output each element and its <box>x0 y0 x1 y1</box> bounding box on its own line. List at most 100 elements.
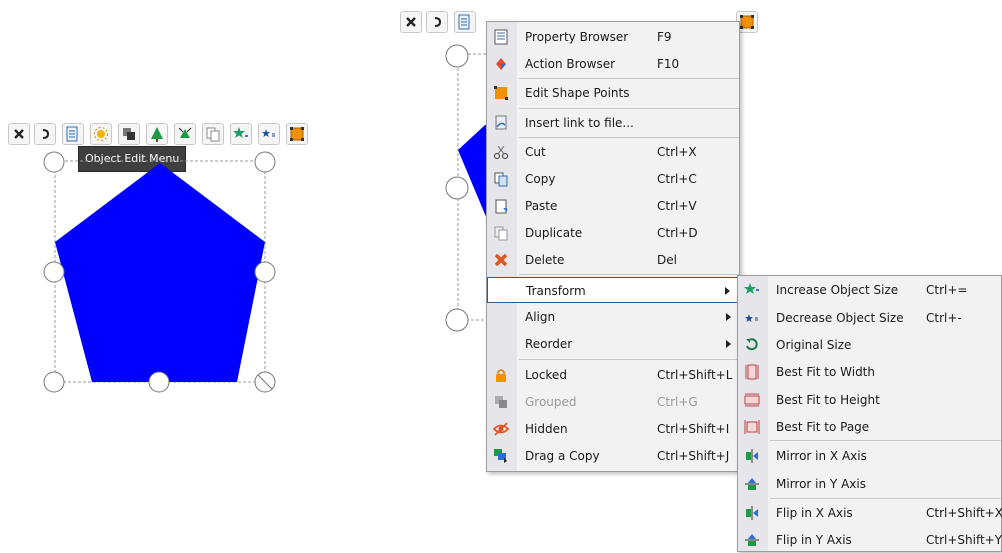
menu-item-label: Best Fit to Page <box>776 420 870 434</box>
blue-pentagon[interactable] <box>55 163 265 382</box>
menu-item-reorder[interactable]: Reorder <box>487 331 739 357</box>
menu-item-shortcut: Ctrl+V <box>657 199 697 213</box>
menu-item-label: Insert link to file... <box>525 116 634 130</box>
submenu-item-flip-in-x-axis[interactable]: Flip in X Axis Ctrl+Shift+X <box>738 500 1002 526</box>
copy-icon <box>493 171 509 187</box>
menu-separator <box>770 440 1001 441</box>
menu-item-label: Delete <box>525 253 565 267</box>
menu-item-label: Hidden <box>525 422 568 436</box>
transform-submenu: Increase Object Size Ctrl+= Decrease Objec… <box>737 275 1002 552</box>
mirror-x-icon <box>744 448 760 464</box>
property-browser-icon <box>493 29 509 45</box>
menu-item-label: Cut <box>525 145 546 159</box>
action-browser-icon <box>493 56 509 72</box>
menu-item-shortcut: Ctrl+D <box>657 226 698 240</box>
menu-item-label: Decrease Object Size <box>776 311 904 325</box>
menu-item-label: Original Size <box>776 338 852 352</box>
menu-item-label: Copy <box>525 172 556 186</box>
menu-separator <box>519 108 739 109</box>
resize-handle[interactable] <box>148 371 170 393</box>
menu-item-shortcut: F9 <box>657 30 672 44</box>
submenu-item-mirror-in-x-axis[interactable]: Mirror in X Axis <box>738 443 1001 469</box>
menu-item-drag-a-copy[interactable]: Drag a Copy Ctrl+Shift+J <box>487 443 739 469</box>
mirror-y-icon <box>744 476 760 492</box>
menu-item-label: Best Fit to Height <box>776 393 880 407</box>
menu-item-label: Locked <box>525 368 567 382</box>
menu-separator <box>519 274 739 275</box>
menu-item-cut[interactable]: Cut Ctrl+X <box>487 139 739 165</box>
menu-item-hidden[interactable]: Hidden Ctrl+Shift+I <box>487 416 739 442</box>
submenu-item-best-fit-to-height[interactable]: Best Fit to Height <box>738 387 1001 413</box>
fit-page-icon <box>744 419 760 435</box>
menu-item-transform[interactable]: Transform <box>487 277 739 303</box>
menu-item-action-browser[interactable]: Action Browser F10 <box>487 51 739 77</box>
menu-item-align[interactable]: Align <box>487 304 739 330</box>
menu-item-label: Edit Shape Points <box>525 86 630 100</box>
submenu-item-best-fit-to-width[interactable]: Best Fit to Width <box>738 359 1001 385</box>
menu-item-label: Reorder <box>525 337 573 351</box>
menu-item-shortcut: F10 <box>657 57 680 71</box>
object-edit-menu-icon[interactable] <box>454 11 476 33</box>
submenu-item-decrease-object-size[interactable]: Decrease Object Size Ctrl+- <box>738 305 1001 331</box>
scissors-icon <box>493 144 509 160</box>
submenu-arrow-icon <box>726 340 731 348</box>
submenu-item-mirror-in-y-axis[interactable]: Mirror in Y Axis <box>738 471 1001 497</box>
menu-item-label: Increase Object Size <box>776 283 899 297</box>
resize-handle[interactable] <box>43 371 65 393</box>
resize-handle[interactable] <box>43 151 65 173</box>
drag-copy-icon <box>493 448 509 464</box>
menu-item-shortcut: Ctrl+G <box>657 395 698 409</box>
menu-item-shortcut: Ctrl+C <box>657 172 697 186</box>
close-icon[interactable] <box>400 11 422 33</box>
menu-item-locked[interactable]: Locked Ctrl+Shift+L <box>487 362 739 388</box>
menu-separator <box>519 359 739 360</box>
fit-width-icon <box>744 364 760 380</box>
paste-icon <box>493 198 509 214</box>
resize-handle[interactable] <box>254 261 276 283</box>
original-size-icon <box>744 337 760 353</box>
menu-item-label: Property Browser <box>525 30 629 44</box>
menu-separator <box>519 137 739 138</box>
flip-x-icon <box>744 505 760 521</box>
menu-item-paste[interactable]: Paste Ctrl+V <box>487 193 739 219</box>
menu-item-label: Flip in Y Axis <box>776 533 852 547</box>
menu-item-grouped: Grouped Ctrl+G <box>487 389 739 415</box>
resize-handle[interactable] <box>43 261 65 283</box>
menu-item-shortcut: Ctrl+= <box>926 283 968 297</box>
link-file-icon <box>493 115 509 131</box>
menu-item-insert-link-to-file[interactable]: Insert link to file... <box>487 110 739 136</box>
menu-item-shortcut: Ctrl+Shift+X <box>926 506 1002 520</box>
menu-item-label: Grouped <box>525 395 577 409</box>
menu-item-shortcut: Ctrl+- <box>926 311 962 325</box>
submenu-item-best-fit-to-page[interactable]: Best Fit to Page <box>738 414 1001 440</box>
menu-item-edit-shape-points[interactable]: Edit Shape Points <box>487 80 739 106</box>
resize-handle[interactable] <box>254 151 276 173</box>
menu-item-label: Mirror in Y Axis <box>776 477 866 491</box>
delete-icon <box>493 252 509 268</box>
submenu-item-flip-in-y-axis[interactable]: Flip in Y Axis Ctrl+Shift+Y <box>738 527 1002 553</box>
resize-handle[interactable] <box>445 44 469 68</box>
edit-shape-points-icon <box>493 85 509 101</box>
submenu-item-increase-object-size[interactable]: Increase Object Size Ctrl+= <box>738 277 1001 303</box>
menu-item-shortcut: Del <box>657 253 677 267</box>
menu-item-shortcut: Ctrl+Shift+L <box>657 368 733 382</box>
menu-item-label: Action Browser <box>525 57 616 71</box>
menu-item-duplicate[interactable]: Duplicate Ctrl+D <box>487 220 739 246</box>
menu-item-label: Flip in X Axis <box>776 506 853 520</box>
menu-item-label: Mirror in X Axis <box>776 449 867 463</box>
submenu-item-original-size[interactable]: Original Size <box>738 332 1001 358</box>
undo-icon[interactable] <box>426 11 448 33</box>
fit-height-icon <box>744 392 760 408</box>
resize-handle[interactable] <box>445 308 469 332</box>
menu-item-property-browser[interactable]: Property Browser F9 <box>487 24 739 50</box>
menu-separator <box>519 78 739 79</box>
menu-item-shortcut: Ctrl+Shift+Y <box>926 533 1002 547</box>
resize-handle[interactable] <box>445 176 469 200</box>
menu-item-shortcut: Ctrl+X <box>657 145 697 159</box>
decrease-size-icon <box>744 310 760 326</box>
menu-item-label: Transform <box>526 284 586 298</box>
menu-item-label: Duplicate <box>525 226 583 240</box>
menu-item-delete[interactable]: Delete Del <box>487 247 739 273</box>
flip-y-icon <box>744 532 760 548</box>
menu-item-copy[interactable]: Copy Ctrl+C <box>487 166 739 192</box>
